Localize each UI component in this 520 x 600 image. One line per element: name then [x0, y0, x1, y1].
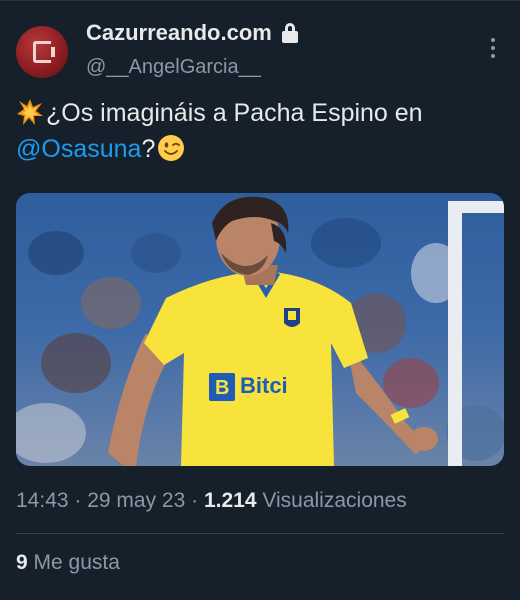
username-handle[interactable]: @__AngelGarcia__: [86, 56, 261, 79]
meta-separator: ·: [68, 489, 88, 512]
tweet-time[interactable]: 14:43: [16, 489, 69, 512]
display-name[interactable]: Cazurreando.com: [86, 20, 272, 46]
author-name-row: Cazurreando.com: [86, 20, 298, 46]
sponsor-text: Bitci: [240, 373, 288, 398]
collision-icon: [16, 98, 44, 126]
tweet-date[interactable]: 29 may 23: [87, 489, 185, 512]
avatar[interactable]: [16, 26, 68, 78]
divider: [16, 533, 504, 534]
tweet-meta: 14:43 · 29 may 23 · 1.214 Visualizacione…: [16, 489, 407, 513]
winking-face-icon: [157, 134, 185, 162]
views-label: Visualizaciones: [256, 489, 407, 512]
meta-separator: ·: [185, 489, 204, 512]
tweet-photo[interactable]: B Bitci: [16, 193, 504, 466]
top-divider: [0, 0, 520, 1]
likes-link[interactable]: 9 Me gusta: [16, 551, 120, 575]
mention-link[interactable]: @Osasuna: [16, 135, 141, 163]
avatar-logo-icon: [33, 41, 55, 63]
views-count: 1.214: [203, 489, 257, 512]
more-options-icon[interactable]: [489, 38, 497, 58]
likes-label: Me gusta: [27, 551, 120, 574]
lock-icon: [281, 23, 298, 43]
tweet-text: ¿Os imagináis a Pacha Espino en @Osasuna…: [16, 95, 511, 167]
svg-text:B: B: [215, 377, 229, 399]
likes-count: 9: [16, 551, 28, 574]
tweet-text-end: ?: [141, 135, 156, 163]
tweet-text-main: ¿Os imagináis a Pacha Espino en: [46, 99, 423, 127]
